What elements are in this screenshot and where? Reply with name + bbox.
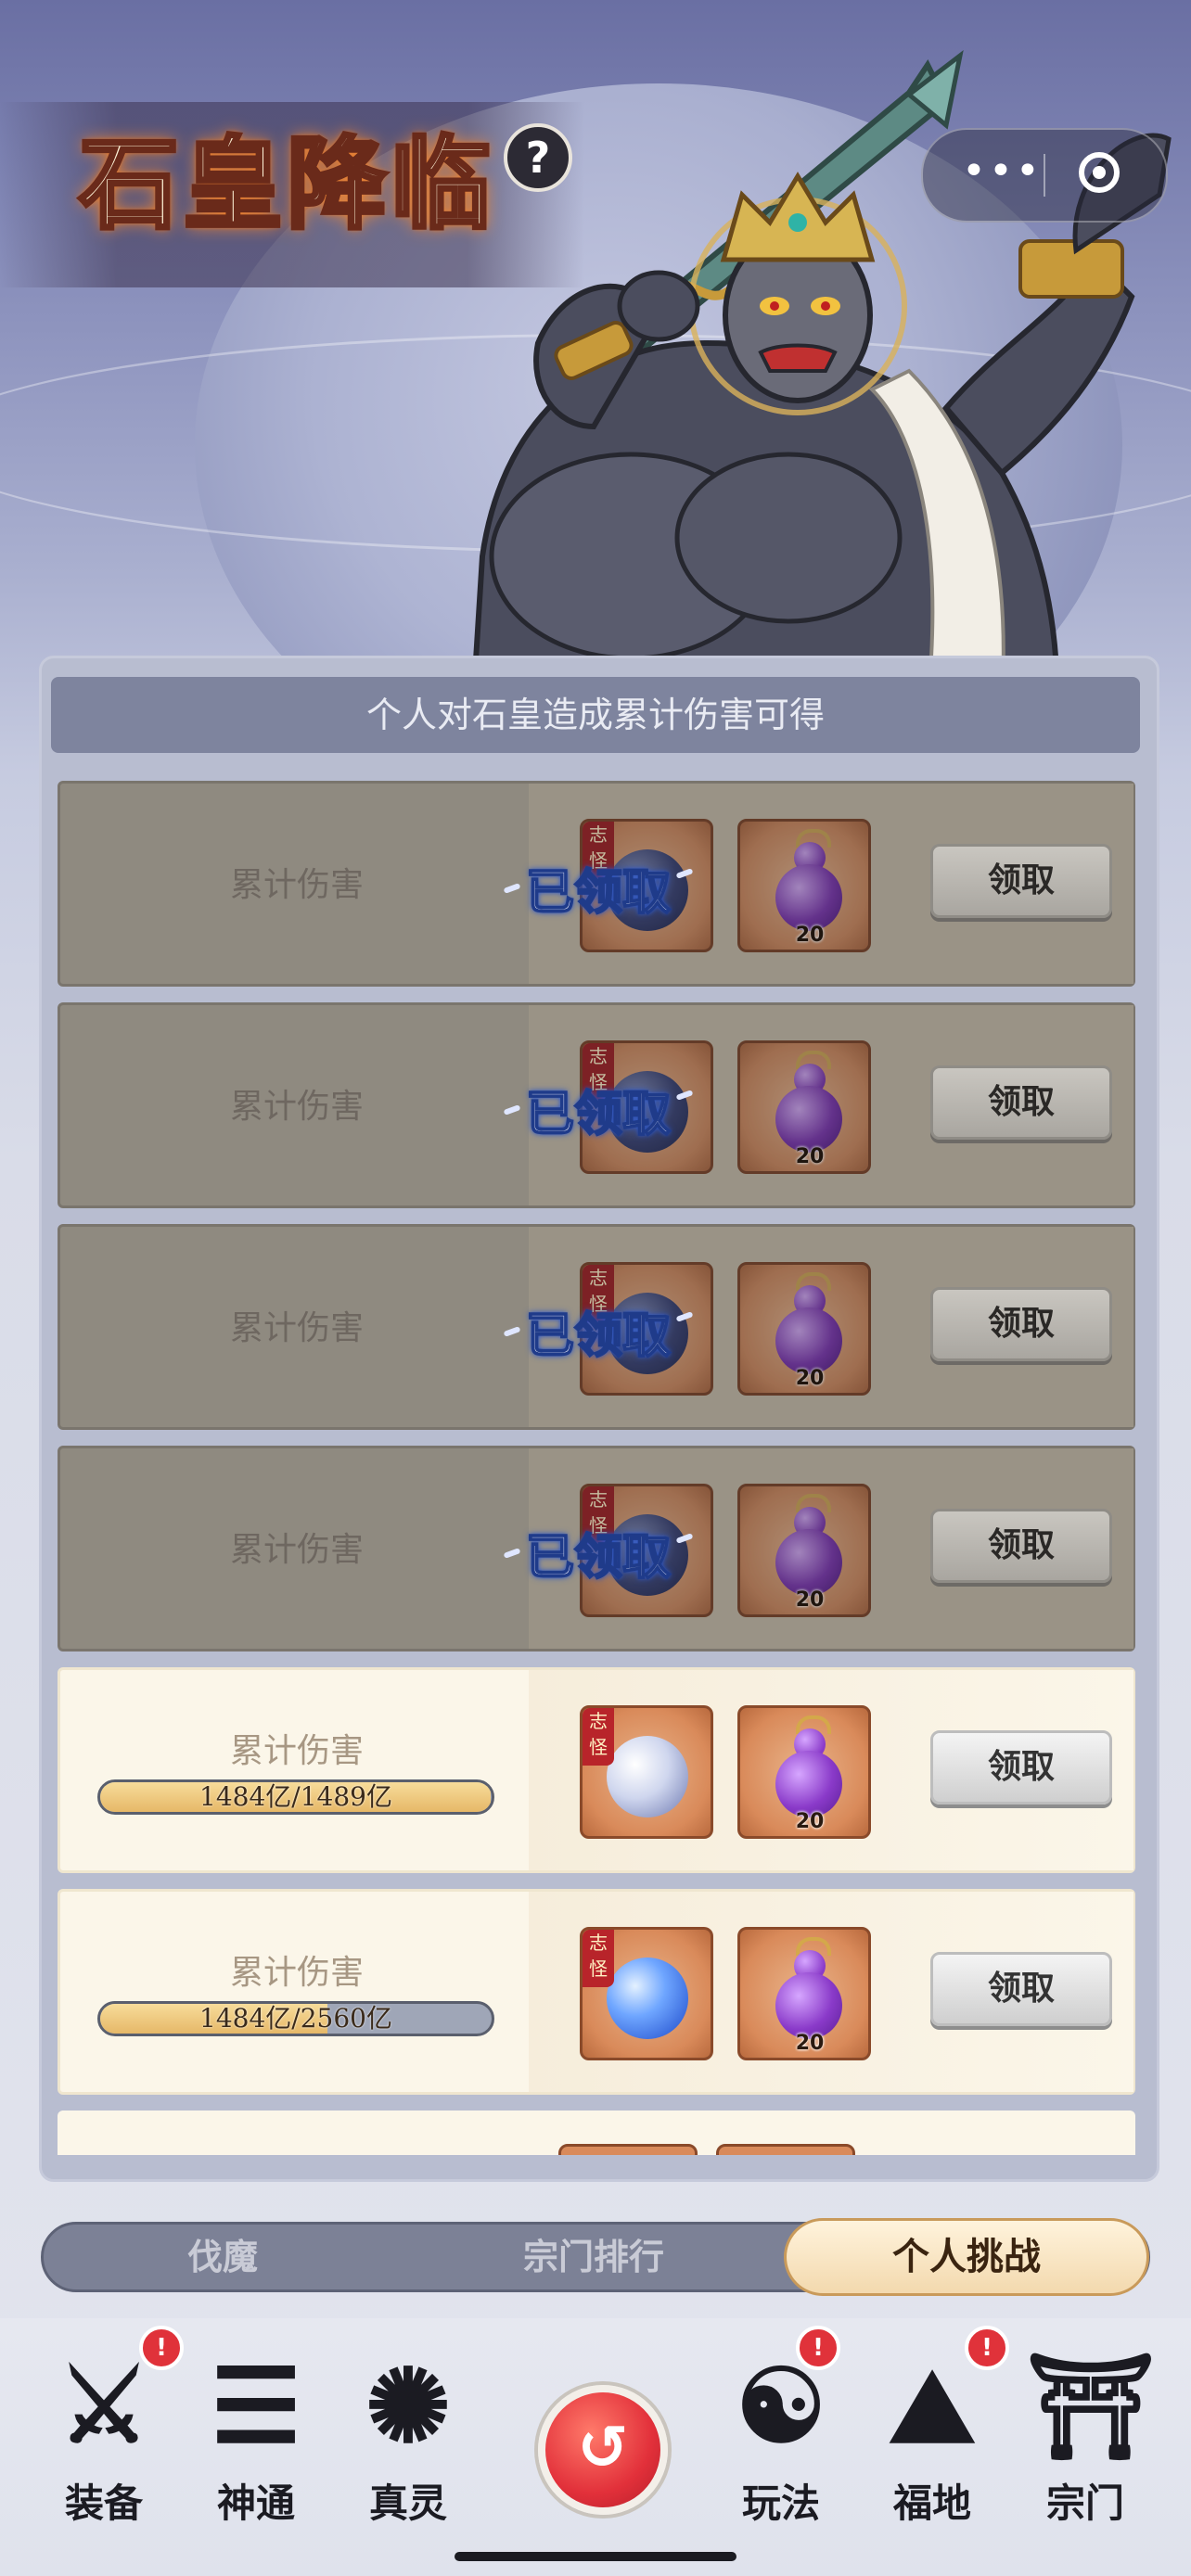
return-arrow-icon: ↺ (577, 2412, 629, 2483)
nav-label: 宗门 (1045, 2480, 1124, 2526)
item-quantity: 20 (795, 924, 825, 947)
damage-progress-bar: 1484亿/2560亿 (97, 2001, 494, 2036)
row-label: 累计伤害 (229, 866, 364, 904)
orb-icon (607, 1958, 688, 2039)
notification-badge: ! (965, 2326, 1009, 2370)
claim-button[interactable]: 领取 (930, 1509, 1112, 1583)
spirit-icon: ✺ (365, 2346, 452, 2466)
reward-row: 累计伤害 志怪 20 已领取 领取 (58, 1224, 1135, 1430)
reward-row: 累计伤害 志怪 20 已领取 领取 (58, 781, 1135, 987)
claimed-stamp: 已领取 (496, 863, 700, 923)
claim-button[interactable]: 领取 (930, 1952, 1112, 2026)
nav-label: 神通 (216, 2480, 295, 2526)
nav-item-sect[interactable]: ⛩ 宗门 (1020, 2346, 1156, 2531)
miniprogram-capsule: ••• (921, 128, 1168, 223)
item-tag: 志怪 (583, 1930, 614, 1987)
hero-banner: 石皇降临 ? ••• (0, 0, 1191, 705)
row-label: 累计伤害 (229, 1531, 364, 1569)
claim-button[interactable]: 领取 (930, 1287, 1112, 1361)
scroll-icon: ☰ (210, 2346, 302, 2466)
claimed-stamp: 已领取 (496, 1307, 700, 1366)
nav-item-equipment[interactable]: ⚔ 装备 (39, 2346, 169, 2531)
center-return-button[interactable]: ↺ (538, 2385, 668, 2515)
help-icon[interactable]: ? (504, 123, 572, 192)
nav-item-zhenling[interactable]: ✺ 真灵 (343, 2346, 473, 2531)
row-label: 累计伤害 (229, 1088, 364, 1126)
row-label: 累计伤害 (229, 1954, 364, 1992)
progress-text: 1484亿/1489亿 (199, 1781, 392, 1812)
tab-sect-ranking[interactable]: 宗门排行 (455, 2222, 733, 2292)
damage-progress-bar: 1484亿/1489亿 (97, 1779, 494, 1815)
gourd-item-icon[interactable]: 20 (737, 1927, 871, 2060)
tab-famo[interactable]: 伐魔 (102, 2222, 343, 2292)
nav-label: 玩法 (741, 2480, 820, 2526)
claimed-stamp: 已领取 (496, 1085, 700, 1144)
claim-button[interactable]: 领取 (930, 1065, 1112, 1140)
gourd-body (775, 864, 842, 931)
item-quantity: 20 (795, 1588, 825, 1612)
claim-button[interactable]: 领取 (930, 844, 1112, 918)
tab-personal-challenge[interactable]: 个人挑战 (784, 2218, 1149, 2296)
gourd-body (775, 1529, 842, 1596)
nav-item-shentong[interactable]: ☰ 神通 (191, 2346, 321, 2531)
gourd-item-icon[interactable]: 20 (737, 1262, 871, 1396)
page-title: 石皇降临 (77, 124, 495, 245)
item-icon-partial (558, 2144, 698, 2155)
nav-label: 福地 (892, 2480, 971, 2526)
gourd-body (775, 1972, 842, 2039)
gourd-item-icon[interactable]: 20 (737, 1484, 871, 1617)
row-label: 累计伤害 (229, 1309, 364, 1347)
gourd-body (775, 1086, 842, 1153)
sect-icon: ⛩ (1026, 2346, 1156, 2466)
nav-item-gameplay[interactable]: ☯ 玩法 (716, 2346, 846, 2531)
progress-text: 1484亿/2560亿 (199, 2003, 392, 2034)
row-label: 累计伤害 (229, 1732, 364, 1770)
reward-row: 累计伤害 1484亿/2560亿 志怪 20 领取 (58, 1889, 1135, 2095)
nav-item-blessed-land[interactable]: ⛰ 福地 (867, 2346, 997, 2531)
reward-banner: 个人对石皇造成累计伤害可得 (51, 677, 1140, 753)
more-options-icon[interactable]: ••• (962, 148, 1043, 195)
notification-badge: ! (139, 2326, 184, 2370)
item-quantity: 20 (795, 2032, 825, 2055)
close-miniprogram-icon[interactable] (1079, 152, 1120, 193)
orb-item-icon[interactable]: 志怪 (580, 1927, 713, 2060)
gourd-item-icon[interactable]: 20 (737, 819, 871, 952)
reward-row-partial (58, 2111, 1135, 2155)
claim-button[interactable]: 领取 (930, 1730, 1112, 1804)
gourd-item-icon[interactable]: 20 (737, 1040, 871, 1174)
gourd-body (775, 1751, 842, 1817)
nav-label: 真灵 (368, 2480, 447, 2526)
reward-row: 累计伤害 志怪 20 已领取 领取 (58, 1446, 1135, 1651)
orb-item-icon[interactable]: 志怪 (580, 1705, 713, 1839)
gourd-item-icon[interactable]: 20 (737, 1705, 871, 1839)
item-quantity: 20 (795, 1810, 825, 1833)
reward-row: 累计伤害 志怪 20 已领取 领取 (58, 1002, 1135, 1208)
gourd-body (775, 1307, 842, 1374)
notification-badge: ! (796, 2326, 840, 2370)
orb-icon (607, 1736, 688, 1817)
item-icon-partial (716, 2144, 855, 2155)
nav-label: 装备 (64, 2480, 143, 2526)
item-quantity: 20 (795, 1145, 825, 1168)
reward-row: 累计伤害 1484亿/1489亿 志怪 20 领取 (58, 1667, 1135, 1873)
capsule-divider (1044, 154, 1045, 197)
home-indicator (455, 2552, 736, 2561)
item-quantity: 20 (795, 1367, 825, 1390)
claimed-stamp: 已领取 (496, 1528, 700, 1588)
item-tag: 志怪 (583, 1708, 614, 1766)
